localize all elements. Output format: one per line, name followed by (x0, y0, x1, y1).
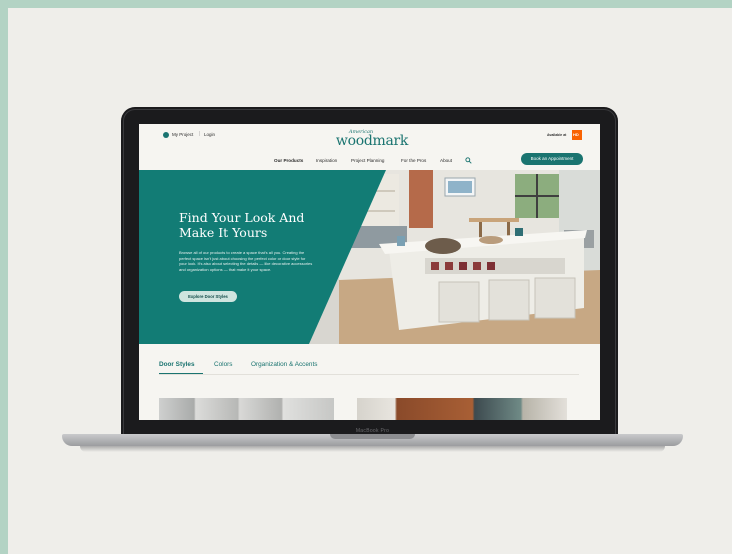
laptop-base-shadow (80, 446, 665, 452)
retailer-logo-text: HD (573, 132, 579, 137)
tab-organization-accents[interactable]: Organization & Accents (251, 361, 317, 368)
nav-item-for-the-pros[interactable]: For the Pros (401, 158, 426, 163)
topbar-separator: | (199, 131, 201, 137)
logo-main-text: woodmark (335, 133, 409, 149)
nav-item-our-products[interactable]: Our Products (274, 158, 303, 163)
nav-item-project-planning[interactable]: Project Planning (351, 158, 384, 163)
explore-door-styles-button[interactable]: Explore Door Styles (179, 291, 237, 302)
site-topbar: My Project | Login American woodmark Ava… (139, 124, 600, 149)
my-project-link[interactable]: My Project (172, 132, 193, 137)
site-logo[interactable]: American woodmark (335, 130, 409, 149)
search-icon[interactable] (465, 157, 472, 164)
hero-title-line2: Make It Yours (179, 225, 268, 240)
thumbnail-wood-kitchen[interactable] (357, 398, 567, 420)
nav-item-about[interactable]: About (440, 158, 452, 163)
available-at-label: Available at (547, 133, 567, 137)
hero-title-line1: Find Your Look And (179, 210, 305, 225)
product-thumbnails (139, 398, 600, 420)
hero-section: Find Your Look And Make It Yours Browse … (139, 170, 600, 344)
thumbnail-gray-cabinets[interactable] (159, 398, 334, 420)
hero-description: Browse all of our products to create a s… (179, 250, 313, 272)
tab-colors[interactable]: Colors (214, 361, 232, 368)
book-appointment-button[interactable]: Book an Appointment (521, 153, 583, 165)
active-tab-indicator (159, 373, 203, 374)
tab-door-styles[interactable]: Door Styles (159, 361, 195, 368)
home-depot-logo[interactable]: HD (572, 130, 582, 140)
hero-title: Find Your Look And Make It Yours (179, 210, 329, 240)
laptop-screen: My Project | Login American woodmark Ava… (139, 124, 600, 420)
product-tabs: Door Styles Colors Organization & Accent… (139, 344, 600, 384)
laptop-brand-label: MacBook Pro (355, 428, 390, 434)
laptop-lid-notch (330, 434, 415, 439)
tabs-divider (159, 374, 579, 375)
location-dot-icon (163, 132, 169, 138)
nav-item-inspiration[interactable]: Inspiration (316, 158, 337, 163)
login-link[interactable]: Login (204, 132, 215, 137)
